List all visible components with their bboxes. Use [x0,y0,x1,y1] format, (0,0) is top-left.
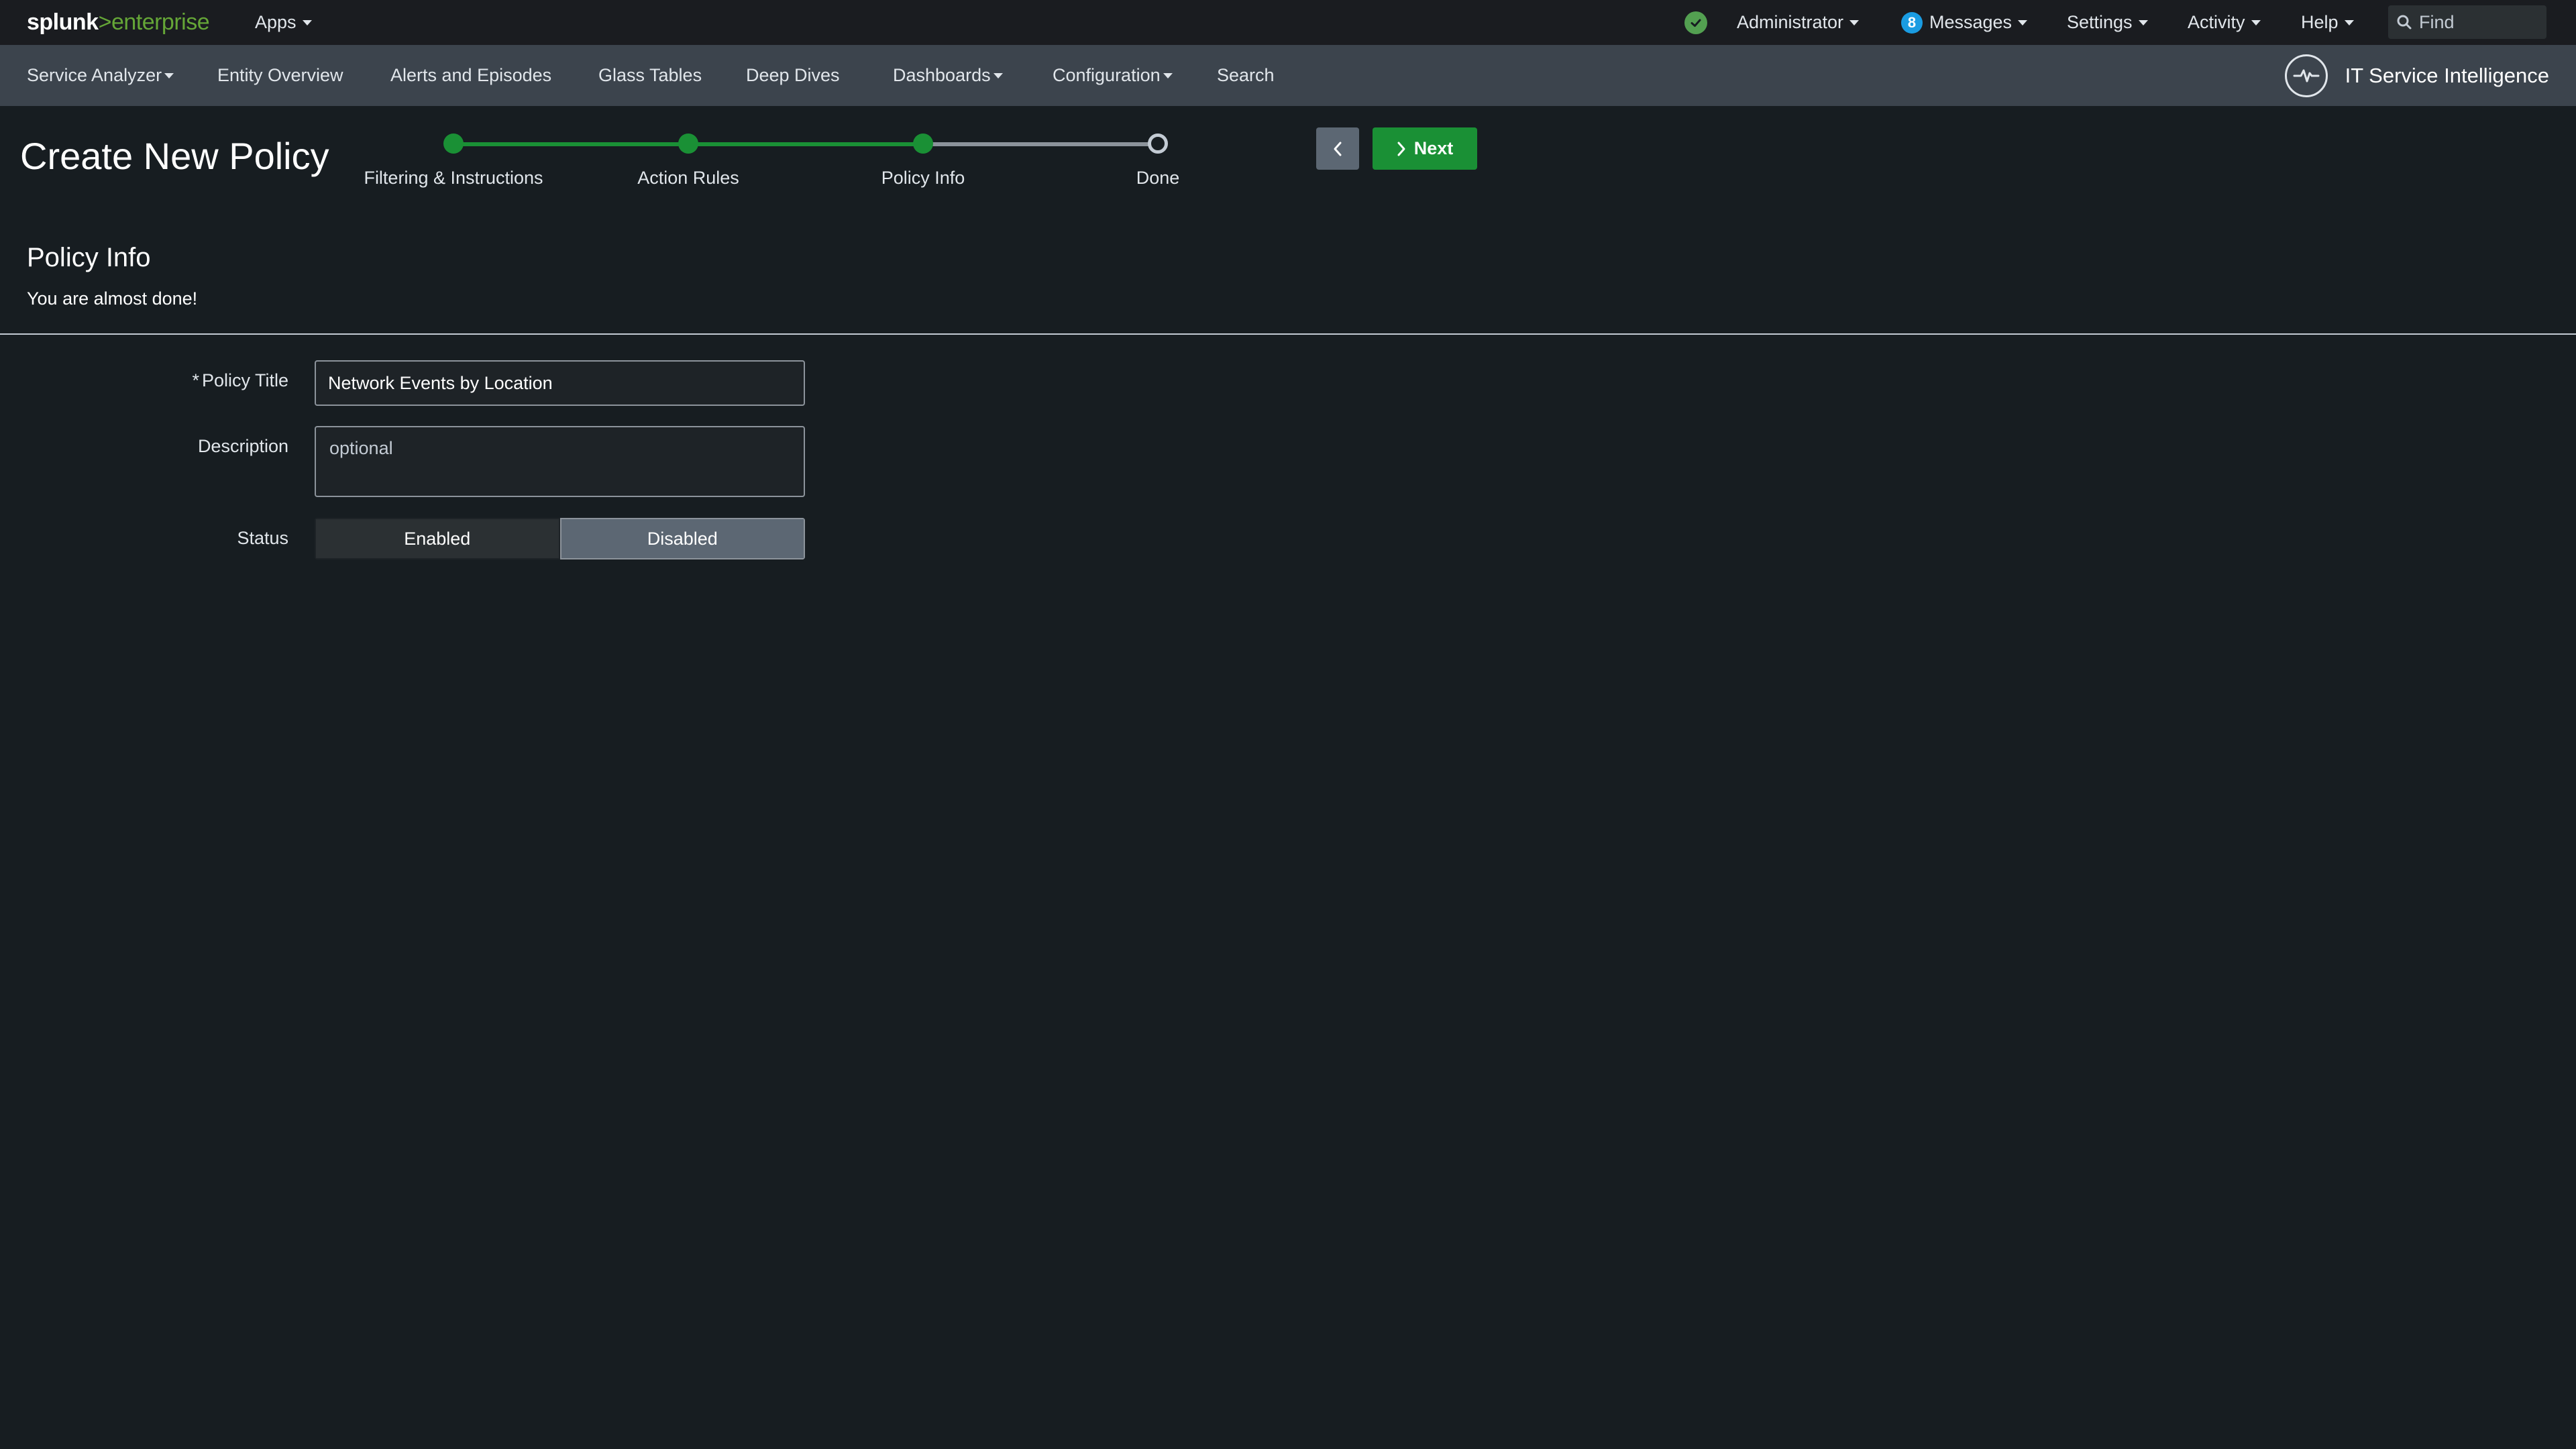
nav-item-label: Service Analyzer [27,65,162,85]
nav-item-label: Configuration [1053,65,1161,85]
help-menu[interactable]: Help [2301,0,2354,45]
step-label-policy-info: Policy Info [881,168,965,188]
nav-alerts-and-episodes[interactable]: Alerts and Episodes [390,45,551,106]
step-dot-filtering-instructions[interactable] [443,133,464,154]
nav-search[interactable]: Search [1217,45,1275,106]
messages-menu-label: Messages [1929,12,2012,32]
splunk-logo[interactable]: splunk > enterprise [27,0,210,45]
caret-down-icon [164,72,174,78]
apps-menu[interactable]: Apps [255,0,312,45]
step-label-filtering-instructions: Filtering & Instructions [364,168,543,188]
nav-deep-dives[interactable]: Deep Dives [746,45,840,106]
step-dot-action-rules[interactable] [678,133,698,154]
activity-menu[interactable]: Activity [2188,0,2261,45]
step-connector-2 [688,142,923,146]
app-title-label: IT Service Intelligence [2345,63,2549,87]
logo-separator: > [98,9,112,35]
nav-configuration[interactable]: Configuration [1053,45,1173,106]
status-disabled-button[interactable]: Disabled [559,518,805,559]
next-button-label: Next [1413,138,1454,158]
caret-down-icon [302,19,312,25]
activity-menu-label: Activity [2188,12,2245,32]
chevron-left-icon [1334,142,1342,156]
step-connector-1 [453,142,688,146]
step-dot-policy-info[interactable] [913,133,933,154]
caret-down-icon [1849,19,1860,25]
settings-menu-label: Settings [2067,12,2133,32]
step-label-action-rules: Action Rules [637,168,739,188]
find-input[interactable] [2418,11,2538,34]
caret-down-icon [2251,19,2261,25]
nav-service-analyzer[interactable]: Service Analyzer [27,45,174,106]
nav-item-label: Deep Dives [746,65,840,85]
policy-title-input[interactable] [315,360,805,406]
status-label: Status [237,528,288,548]
status-enabled-button[interactable]: Enabled [315,518,560,559]
caret-down-icon [1163,72,1173,78]
help-menu-label: Help [2301,12,2339,32]
section-subtitle: You are almost done! [27,288,198,309]
nav-item-label: Dashboards [893,65,991,85]
administrator-menu-label: Administrator [1737,12,1844,32]
app-title[interactable]: IT Service Intelligence [2284,45,2549,106]
messages-menu[interactable]: 8 Messages [1901,0,2028,45]
policy-title-label-text: Policy Title [201,370,288,390]
section-divider [0,333,2576,335]
page-title: Create New Policy [20,135,329,177]
caret-down-icon [993,72,1003,78]
caret-down-icon [2018,19,2028,25]
settings-menu[interactable]: Settings [2067,0,2148,45]
step-dot-done[interactable] [1148,133,1168,154]
status-toggle-group: Enabled Disabled [315,518,805,559]
nav-glass-tables[interactable]: Glass Tables [598,45,702,106]
logo-prefix: splunk [27,9,99,35]
nav-item-label: Alerts and Episodes [390,65,552,85]
policy-title-label: * Policy Title [192,370,288,391]
search-icon [2397,15,2412,30]
pulse-icon [2284,54,2328,97]
chevron-right-icon [1397,142,1405,156]
administrator-menu[interactable]: Administrator [1737,0,1860,45]
step-label-done: Done [1136,168,1180,188]
previous-button[interactable] [1316,127,1359,170]
description-textarea[interactable] [315,426,805,497]
logo-suffix: enterprise [111,9,210,35]
messages-count-badge: 8 [1901,11,1923,34]
find-box[interactable] [2388,5,2546,39]
system-bar: splunk > enterprise Apps Administrator 8 M… [0,0,2576,45]
step-connector-3 [923,142,1158,146]
nav-entity-overview[interactable]: Entity Overview [217,45,343,106]
nav-item-label: Entity Overview [217,65,343,85]
check-circle-icon[interactable] [1684,11,1707,34]
required-marker: * [192,370,199,390]
nav-item-label: Glass Tables [598,65,702,85]
caret-down-icon [2344,19,2354,25]
caret-down-icon [2138,19,2148,25]
section-title: Policy Info [27,243,151,272]
nav-item-label: Search [1217,65,1275,85]
apps-menu-label: Apps [255,12,297,32]
next-button[interactable]: Next [1373,127,1477,170]
nav-dashboards[interactable]: Dashboards [893,45,1003,106]
app-nav-bar: Service Analyzer Entity Overview Alerts … [0,45,2576,106]
description-label: Description [197,436,288,456]
